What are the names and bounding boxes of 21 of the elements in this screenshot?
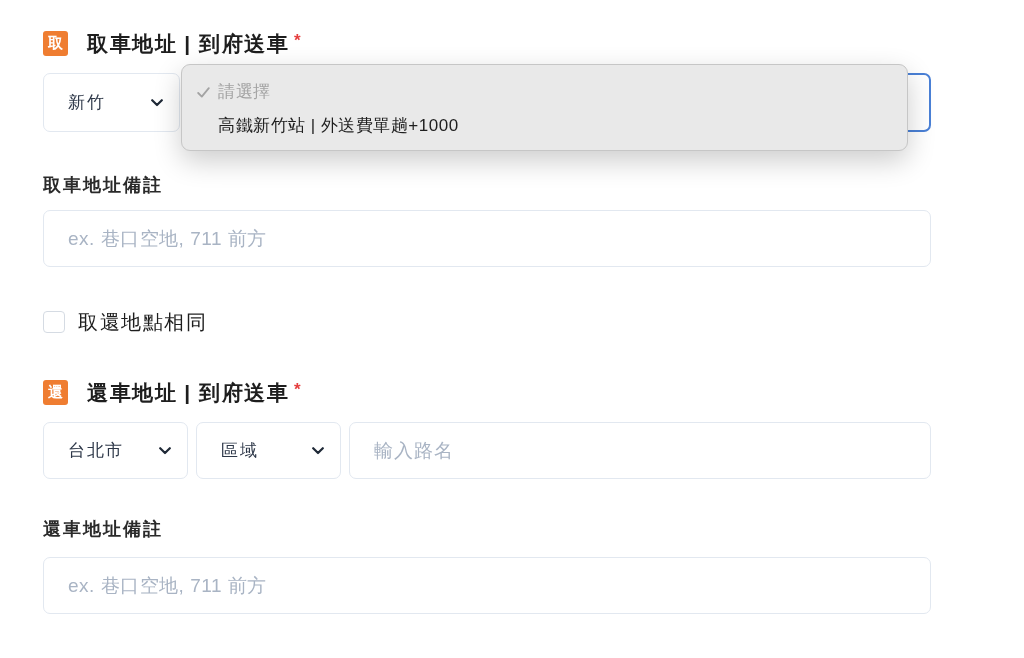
section-title: 還車地址 | 到府送車 [87, 379, 290, 406]
menu-option[interactable]: 高鐵新竹站 | 外送費單趟+1000 [182, 109, 907, 143]
chevron-down-icon [159, 446, 171, 455]
note-input[interactable]: ex. 巷口空地, 711 前方 [43, 557, 931, 614]
section-title: 取車地址 | 到府送車 [87, 30, 290, 57]
dropdown-select[interactable]: 區域 [196, 422, 341, 479]
section-badge: 還 [43, 380, 68, 405]
section-badge: 取 [43, 31, 68, 56]
field-label: 取車地址備註 [43, 174, 163, 197]
chevron-down-icon [312, 446, 324, 455]
chevron-down-icon [151, 98, 163, 107]
required-asterisk: * [294, 380, 301, 399]
field-label: 還車地址備註 [43, 518, 163, 541]
check-icon [197, 86, 210, 98]
text-input[interactable]: 輸入路名 [349, 422, 931, 479]
dropdown-select[interactable]: 台北市 [43, 422, 188, 479]
dropdown-select[interactable]: 新竹 [43, 73, 180, 132]
checkbox[interactable] [43, 311, 65, 333]
required-asterisk: * [294, 31, 301, 50]
note-input[interactable]: ex. 巷口空地, 711 前方 [43, 210, 931, 267]
checkbox-label: 取還地點相同 [78, 310, 207, 335]
